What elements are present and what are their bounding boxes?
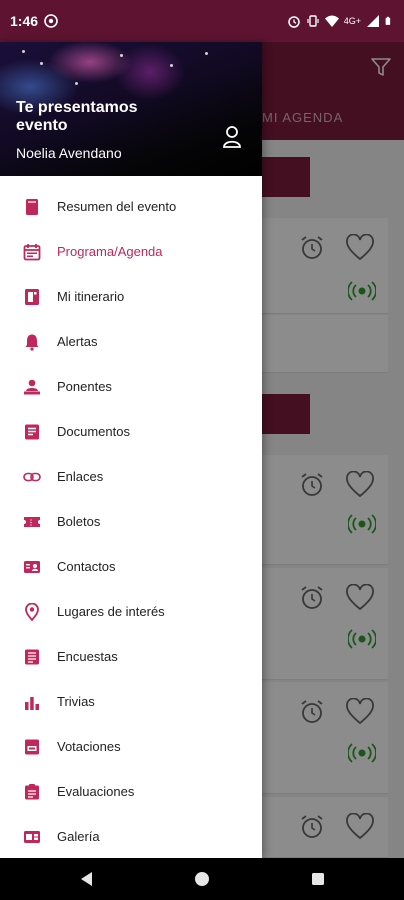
- menu-item-label: Lugares de interés: [57, 604, 165, 619]
- sparkle: [170, 64, 173, 67]
- back-icon[interactable]: [78, 870, 96, 888]
- calendar-icon: [23, 243, 41, 260]
- sparkle: [75, 82, 78, 85]
- menu-item-label: Trivias: [57, 694, 95, 709]
- menu-item-boletos[interactable]: Boletos: [0, 499, 262, 544]
- user-profile-icon[interactable]: [222, 125, 242, 149]
- recents-icon[interactable]: [309, 870, 327, 888]
- menu-item-trivias[interactable]: Trivias: [0, 679, 262, 724]
- menu-item-label: Alertas: [57, 334, 98, 349]
- menu-item-galeria[interactable]: Galería: [0, 814, 262, 858]
- menu-item-label: Votaciones: [57, 739, 121, 754]
- gallery-icon: [24, 830, 40, 843]
- menu-item-encuestas[interactable]: Encuestas: [0, 634, 262, 679]
- menu-item-label: Documentos: [57, 424, 130, 439]
- location-pin-icon: [25, 602, 39, 621]
- menu-item-label: Boletos: [57, 514, 101, 529]
- sparkle: [22, 50, 25, 53]
- menu-item-documentos[interactable]: Documentos: [0, 409, 262, 454]
- contact-card-icon: [24, 560, 40, 573]
- document-icon: [25, 424, 39, 439]
- menu-item-label: Galería: [57, 829, 100, 844]
- sparkle: [40, 62, 43, 65]
- trivia-icon: [25, 696, 39, 710]
- menu-item-ponentes[interactable]: Ponentes: [0, 364, 262, 409]
- speaker-icon: [24, 379, 40, 394]
- book-icon: [26, 198, 38, 215]
- network-type-label: 4G+: [343, 16, 361, 26]
- alarm-icon: [287, 16, 300, 28]
- sparkle: [205, 52, 208, 55]
- link-icon: [23, 472, 41, 481]
- status-bar: 1:46 4G+: [0, 0, 404, 42]
- menu-item-enlaces[interactable]: Enlaces: [0, 454, 262, 499]
- user-name: Noelia Avendano: [16, 145, 122, 161]
- wifi-icon: [324, 15, 339, 27]
- menu-item-label: Evaluaciones: [57, 784, 135, 799]
- menu-item-itinerario[interactable]: Mi itinerario: [0, 274, 262, 319]
- bell-icon: [25, 334, 39, 351]
- menu-item-label: Encuestas: [57, 649, 118, 664]
- menu-item-resumen[interactable]: Resumen del evento: [0, 184, 262, 229]
- status-time: 1:46: [10, 13, 39, 29]
- battery-icon: [385, 16, 391, 25]
- survey-icon: [25, 649, 39, 664]
- menu-item-label: Contactos: [57, 559, 116, 574]
- event-title: Te presentamos evento: [16, 99, 138, 134]
- menu-item-label: Ponentes: [57, 379, 112, 394]
- ticket-icon: [24, 516, 40, 527]
- menu-item-label: Programa/Agenda: [57, 244, 163, 259]
- menu-item-lugares[interactable]: Lugares de interés: [0, 589, 262, 634]
- signal-icon: [367, 15, 379, 27]
- whatsapp-icon: [44, 14, 58, 28]
- home-icon[interactable]: [193, 870, 211, 888]
- drawer-header: Te presentamos evento Noelia Avendano: [0, 42, 262, 176]
- menu-item-contactos[interactable]: Contactos: [0, 544, 262, 589]
- menu-item-evaluaciones[interactable]: Evaluaciones: [0, 769, 262, 814]
- menu-item-votaciones[interactable]: Votaciones: [0, 724, 262, 769]
- menu-item-label: Resumen del evento: [57, 199, 177, 214]
- vibrate-icon: [307, 15, 319, 27]
- drawer-menu: Resumen del evento Programa/Agenda Mi it…: [0, 184, 262, 858]
- navigation-drawer: Te presentamos evento Noelia Avendano Re…: [0, 42, 262, 858]
- vote-icon: [25, 739, 39, 754]
- evaluation-icon: [25, 783, 39, 799]
- menu-item-label: Enlaces: [57, 469, 104, 484]
- system-nav-bar: [0, 858, 404, 900]
- menu-item-alertas[interactable]: Alertas: [0, 319, 262, 364]
- itinerary-icon: [25, 288, 39, 305]
- menu-item-programa[interactable]: Programa/Agenda: [0, 229, 262, 274]
- sparkle: [120, 54, 123, 57]
- menu-item-label: Mi itinerario: [57, 289, 125, 304]
